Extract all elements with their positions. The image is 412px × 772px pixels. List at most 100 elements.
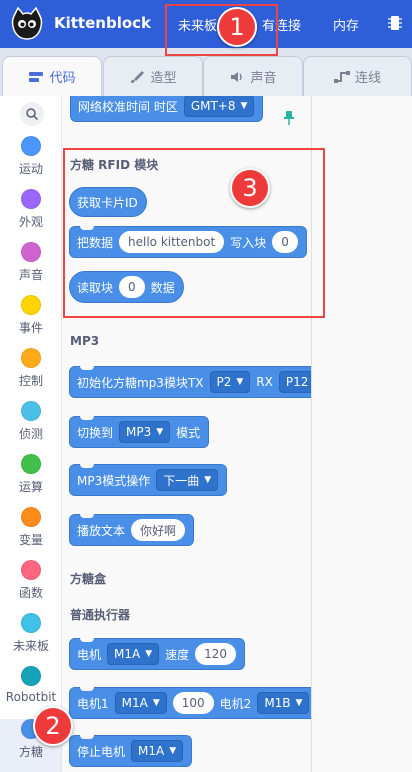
category-item[interactable]: 运算 — [0, 454, 61, 507]
chevron-down-icon: ▼ — [156, 427, 164, 437]
play-text-block[interactable]: 播放文本 你好啊 — [69, 514, 195, 546]
category-color-dot — [21, 560, 41, 580]
category-item[interactable]: 侦测 — [0, 401, 61, 454]
category-item[interactable]: 事件 — [0, 295, 61, 348]
annotation-marker-2: 2 — [33, 706, 73, 746]
annotation-marker-1: 1 — [217, 7, 257, 47]
category-item[interactable]: 未来板 — [0, 613, 61, 666]
kitten-logo-icon — [11, 6, 43, 40]
ntp-time-block[interactable]: 网络校准时间 时区 GMT+8 ▼ — [70, 96, 264, 122]
block-notch — [80, 366, 94, 370]
category-color-dot — [21, 454, 41, 474]
category-color-dot — [21, 613, 41, 633]
category-sidebar: 运动 外观 声音 事件 控制 侦测 运算 变量 函数 未来板 Robotbit 方糖 — [0, 96, 62, 772]
category-label: 运算 — [18, 480, 43, 494]
dual-motor-block[interactable]: 电机1 M1A▼ 100 电机2 M1B▼ 100 — [69, 687, 311, 719]
tx-pin-dropdown[interactable]: P2 ▼ — [209, 371, 251, 393]
motor2-label: 电机2 — [219, 696, 252, 711]
play-text-prefix: 播放文本 — [77, 523, 126, 538]
rx-pin-dropdown[interactable]: P12▼ — [278, 371, 311, 393]
block-notch — [80, 638, 94, 642]
category-item[interactable]: 函数 — [0, 560, 61, 613]
category-color-dot — [21, 507, 41, 527]
motor-prefix: 电机 — [77, 647, 102, 662]
box-section-title: 方糖盒 — [70, 572, 107, 586]
category-color-dot — [21, 189, 41, 209]
tab-sound[interactable]: 声音 — [203, 56, 303, 96]
category-item[interactable]: 声音 — [0, 242, 61, 295]
tab-code-label: 代码 — [49, 71, 76, 86]
motor-port-dropdown[interactable]: M1A ▼ — [107, 643, 160, 665]
pin-icon[interactable] — [283, 110, 295, 126]
category-color-dot — [21, 666, 41, 686]
block-notch — [80, 514, 94, 518]
speed-input[interactable]: 120 — [195, 643, 237, 665]
category-item[interactable]: 运动 — [0, 136, 61, 189]
code-icon — [29, 71, 44, 82]
block-notch — [80, 464, 94, 468]
dual-motor-prefix: 电机1 — [77, 696, 109, 711]
timezone-value: GMT+8 — [190, 99, 236, 113]
block-notch — [80, 735, 94, 739]
mp3-init-label: 初始化方糖mp3模块TX — [77, 375, 204, 390]
tab-costume-label: 造型 — [150, 71, 177, 86]
speaker-icon — [231, 71, 243, 82]
timezone-dropdown[interactable]: GMT+8 ▼ — [183, 96, 255, 117]
category-color-dot — [21, 242, 41, 262]
motor2-port-value: M1B — [264, 696, 291, 710]
operate-prefix: MP3模式操作 — [77, 473, 151, 488]
category-label: 事件 — [18, 321, 43, 335]
chevron-down-icon: ▼ — [145, 649, 153, 659]
tab-wire-label: 连线 — [354, 71, 381, 86]
category-label: 外观 — [18, 215, 43, 229]
tab-code[interactable]: 代码 — [2, 56, 102, 96]
tab-sound-label: 声音 — [250, 71, 277, 86]
mp3-init-block[interactable]: 初始化方糖mp3模块TX P2 ▼ RX P12▼ — [69, 366, 311, 398]
category-item[interactable]: 控制 — [0, 348, 61, 401]
code-workspace[interactable] — [312, 96, 412, 772]
search-button[interactable] — [20, 102, 44, 126]
category-item[interactable]: 外观 — [0, 189, 61, 242]
annotation-box-rfid-blocks — [63, 148, 325, 318]
chevron-down-icon: ▼ — [152, 698, 160, 708]
category-color-dot — [21, 348, 41, 368]
category-label: 运动 — [18, 162, 43, 176]
brush-icon — [131, 70, 145, 83]
category-label: 声音 — [18, 268, 43, 282]
category-item[interactable]: 变量 — [0, 507, 61, 560]
category-color-dot — [21, 295, 41, 315]
actuator-section-title: 普通执行器 — [70, 608, 131, 622]
play-text-input[interactable]: 你好啊 — [131, 519, 186, 541]
app-title: Kittenblock — [54, 14, 152, 32]
motor1-port-dropdown[interactable]: M1A ▼ — [114, 692, 167, 714]
stop-motor-block[interactable]: 停止电机 M1A ▼ — [69, 735, 193, 767]
wire-icon — [333, 70, 350, 83]
operation-dropdown[interactable]: 下一曲 ▼ — [156, 469, 219, 491]
stop-motor-port-dropdown[interactable]: M1A ▼ — [131, 740, 184, 762]
mode-dropdown[interactable]: MP3 ▼ — [119, 421, 171, 443]
stop-motor-prefix: 停止电机 — [77, 744, 126, 759]
tab-costume[interactable]: 造型 — [103, 56, 203, 96]
chevron-down-icon: ▼ — [204, 475, 212, 485]
motor-speed-block[interactable]: 电机 M1A ▼ 速度 120 — [69, 638, 246, 670]
motor1-speed-input[interactable]: 100 — [172, 692, 214, 714]
chevron-down-icon: ▼ — [236, 377, 244, 387]
category-label: 控制 — [18, 374, 43, 388]
rx-label: RX — [256, 375, 273, 389]
annotation-marker-3: 3 — [230, 168, 270, 208]
speed-label: 速度 — [165, 647, 190, 662]
tx-pin-value: P2 — [216, 375, 232, 389]
mp3-operate-block[interactable]: MP3模式操作 下一曲 ▼ — [69, 464, 228, 496]
search-icon — [26, 108, 39, 121]
mode-value: MP3 — [126, 425, 152, 439]
chevron-down-icon: ▼ — [240, 101, 248, 111]
category-color-dot — [21, 136, 41, 156]
tab-wire[interactable]: 连线 — [303, 56, 412, 96]
memory-menu[interactable]: 内存 — [333, 15, 359, 34]
mp3-switch-block[interactable]: 切换到 MP3 ▼ 模式 — [69, 416, 210, 448]
chip-icon[interactable] — [388, 14, 402, 32]
mp3-section-title: MP3 — [70, 334, 100, 348]
operation-value: 下一曲 — [163, 473, 200, 488]
motor2-port-dropdown[interactable]: M1B ▼ — [257, 692, 310, 714]
motor1-port-value: M1A — [121, 696, 148, 710]
